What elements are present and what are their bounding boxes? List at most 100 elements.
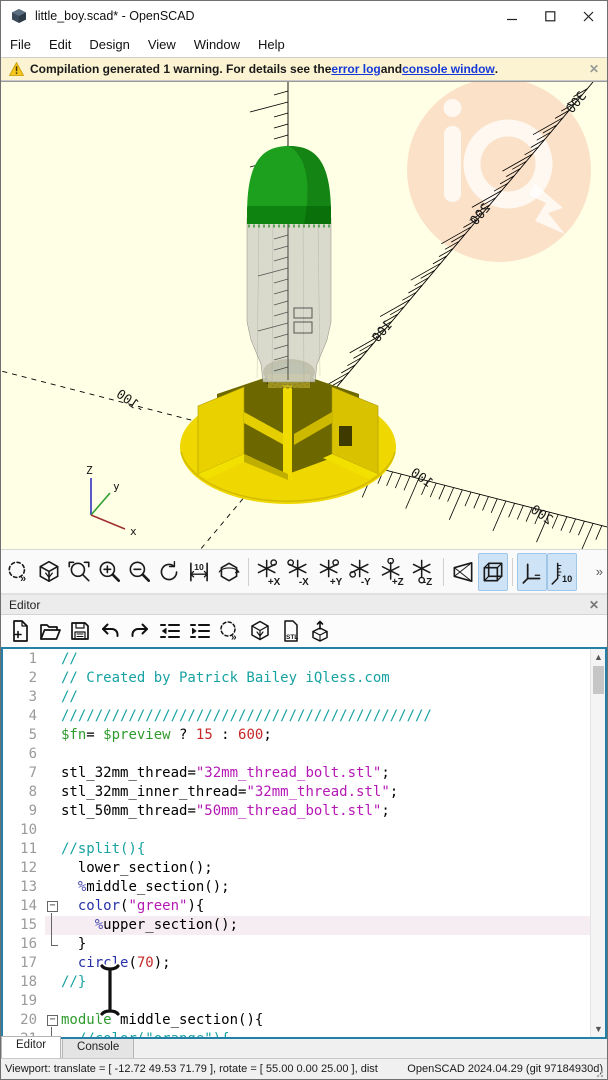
fold-column: [45, 726, 61, 745]
code-line[interactable]: 5 $fn= $preview ? 15 : 600;: [3, 726, 590, 745]
openscad-app-icon: [12, 9, 26, 23]
unindent-icon[interactable]: [155, 617, 185, 645]
code-line[interactable]: 10: [3, 821, 590, 840]
preview-icon[interactable]: »: [4, 553, 34, 591]
menu-help[interactable]: Help: [249, 34, 294, 55]
orthographic-view-icon[interactable]: [478, 552, 508, 591]
code-text: //split(){: [61, 841, 146, 857]
perspective-view-icon[interactable]: [448, 553, 478, 591]
zoom-out-icon[interactable]: [124, 553, 154, 591]
code-scrollbar[interactable]: ▲ ▼: [590, 649, 605, 1037]
close-button[interactable]: [569, 1, 607, 31]
code-line[interactable]: 13 %middle_section();: [3, 878, 590, 897]
menu-design[interactable]: Design: [80, 34, 138, 55]
minimize-button[interactable]: [493, 1, 531, 31]
undo-icon[interactable]: [95, 617, 125, 645]
menu-file[interactable]: File: [1, 34, 40, 55]
code-line[interactable]: 7 stl_32mm_thread="32mm_thread_bolt.stl";: [3, 764, 590, 783]
editor-preview-icon[interactable]: »: [215, 617, 245, 645]
view-minus-z-icon[interactable]: -Z: [408, 553, 439, 591]
code-line[interactable]: 16 }: [3, 935, 590, 954]
svg-text:-100: -100: [113, 387, 147, 417]
code-line[interactable]: 14 color("green"){: [3, 897, 590, 917]
code-line[interactable]: 11 //split(){: [3, 840, 590, 859]
code-line[interactable]: 3 //: [3, 688, 590, 707]
code-line[interactable]: 8 stl_32mm_inner_thread="32mm_thread.stl"…: [3, 783, 590, 802]
code-editor[interactable]: 1 // 2 // Created by Patrick Bailey iQless.…: [1, 647, 607, 1039]
menu-edit[interactable]: Edit: [40, 34, 80, 55]
code-line[interactable]: 18 //}: [3, 973, 590, 992]
editor-render-icon[interactable]: [245, 617, 275, 645]
resize-grip[interactable]: [596, 1068, 606, 1078]
zoom-in-icon[interactable]: [94, 553, 124, 591]
axis-indicator: Z y x: [86, 464, 137, 538]
banner-close-icon[interactable]: ✕: [589, 62, 599, 76]
3d-viewport: 100 200 300 100 200 -100 Z y x: [1, 78, 607, 601]
svg-text:-Z: -Z: [422, 576, 431, 585]
fold-marker-icon[interactable]: [45, 1011, 61, 1031]
line-number: 1: [28, 651, 37, 667]
measure-angle-icon[interactable]: [214, 553, 244, 591]
maximize-button[interactable]: [531, 1, 569, 31]
scrollbar-thumb[interactable]: [593, 666, 604, 694]
code-line[interactable]: 19: [3, 992, 590, 1011]
line-number: 15: [20, 917, 37, 933]
svg-text:»: »: [231, 632, 237, 643]
print-3d-icon[interactable]: [305, 617, 335, 645]
tab-console[interactable]: Console: [62, 1038, 135, 1058]
code-line[interactable]: 9 stl_50mm_thread="50mm_thread_bolt.stl";: [3, 802, 590, 821]
render-icon[interactable]: [34, 553, 64, 591]
svg-text:»: »: [20, 572, 26, 584]
code-line[interactable]: 4 ///////////////////////////////////////…: [3, 707, 590, 726]
fold-column: [45, 783, 61, 802]
svg-text:+Z: +Z: [391, 576, 403, 585]
code-line[interactable]: 15 %upper_section();: [3, 916, 590, 936]
code-line[interactable]: 6: [3, 745, 590, 764]
code-text: //color("orange"){: [61, 1031, 230, 1039]
export-stl-icon[interactable]: STL: [275, 617, 305, 645]
code-line[interactable]: 2 // Created by Patrick Bailey iQless.com: [3, 669, 590, 688]
line-number: 19: [20, 993, 37, 1009]
fold-column: [45, 707, 61, 726]
code-text: $fn= $preview ? 15 : 600;: [61, 727, 272, 743]
menu-window[interactable]: Window: [185, 34, 249, 55]
fold-column: [45, 992, 61, 1011]
editor-close-icon[interactable]: ✕: [589, 598, 599, 612]
code-line[interactable]: 1 //: [3, 650, 590, 669]
editor-panel-header: Editor ✕: [1, 593, 607, 615]
code-line[interactable]: 17 circle(70);: [3, 954, 590, 973]
error-log-link[interactable]: error log: [331, 62, 380, 76]
title-bar[interactable]: little_boy.scad* - OpenSCAD: [1, 1, 607, 31]
3d-viewport-canvas[interactable]: 100 200 300 100 200 -100 Z y x: [1, 78, 607, 601]
toolbar-overflow-icon[interactable]: »: [596, 564, 603, 579]
console-window-link[interactable]: console window: [402, 62, 495, 76]
menu-view[interactable]: View: [139, 34, 185, 55]
zoom-all-icon[interactable]: [64, 553, 94, 591]
view-minus-y-icon[interactable]: -Y: [346, 553, 377, 591]
scroll-up-icon[interactable]: ▲: [591, 649, 605, 665]
redo-icon[interactable]: [125, 617, 155, 645]
code-line[interactable]: 20 module middle_section(){: [3, 1011, 590, 1031]
scroll-down-icon[interactable]: ▼: [591, 1021, 605, 1037]
line-number: 12: [20, 860, 37, 876]
fold-column: [45, 688, 61, 707]
code-line[interactable]: 21 //color("orange"){: [3, 1030, 590, 1039]
indent-icon[interactable]: [185, 617, 215, 645]
show-axes-icon[interactable]: [517, 552, 547, 591]
fold-marker-icon[interactable]: [45, 897, 61, 917]
view-plus-x-icon[interactable]: +X: [253, 553, 284, 591]
green-dome: [246, 146, 331, 228]
code-line[interactable]: 12 lower_section();: [3, 859, 590, 878]
save-file-icon[interactable]: [65, 617, 95, 645]
tab-editor[interactable]: Editor: [1, 1036, 62, 1058]
view-distance-icon[interactable]: 10: [184, 553, 214, 591]
warning-text-after: .: [494, 62, 499, 76]
view-plus-z-icon[interactable]: +Z: [377, 553, 408, 591]
view-minus-x-icon[interactable]: -X: [284, 553, 315, 591]
show-scale-markers-icon[interactable]: 10: [547, 552, 577, 591]
new-file-icon[interactable]: [5, 617, 35, 645]
open-file-icon[interactable]: [35, 617, 65, 645]
svg-text:100: 100: [407, 466, 435, 492]
view-plus-y-icon[interactable]: +Y: [315, 553, 346, 591]
reset-view-icon[interactable]: [154, 553, 184, 591]
